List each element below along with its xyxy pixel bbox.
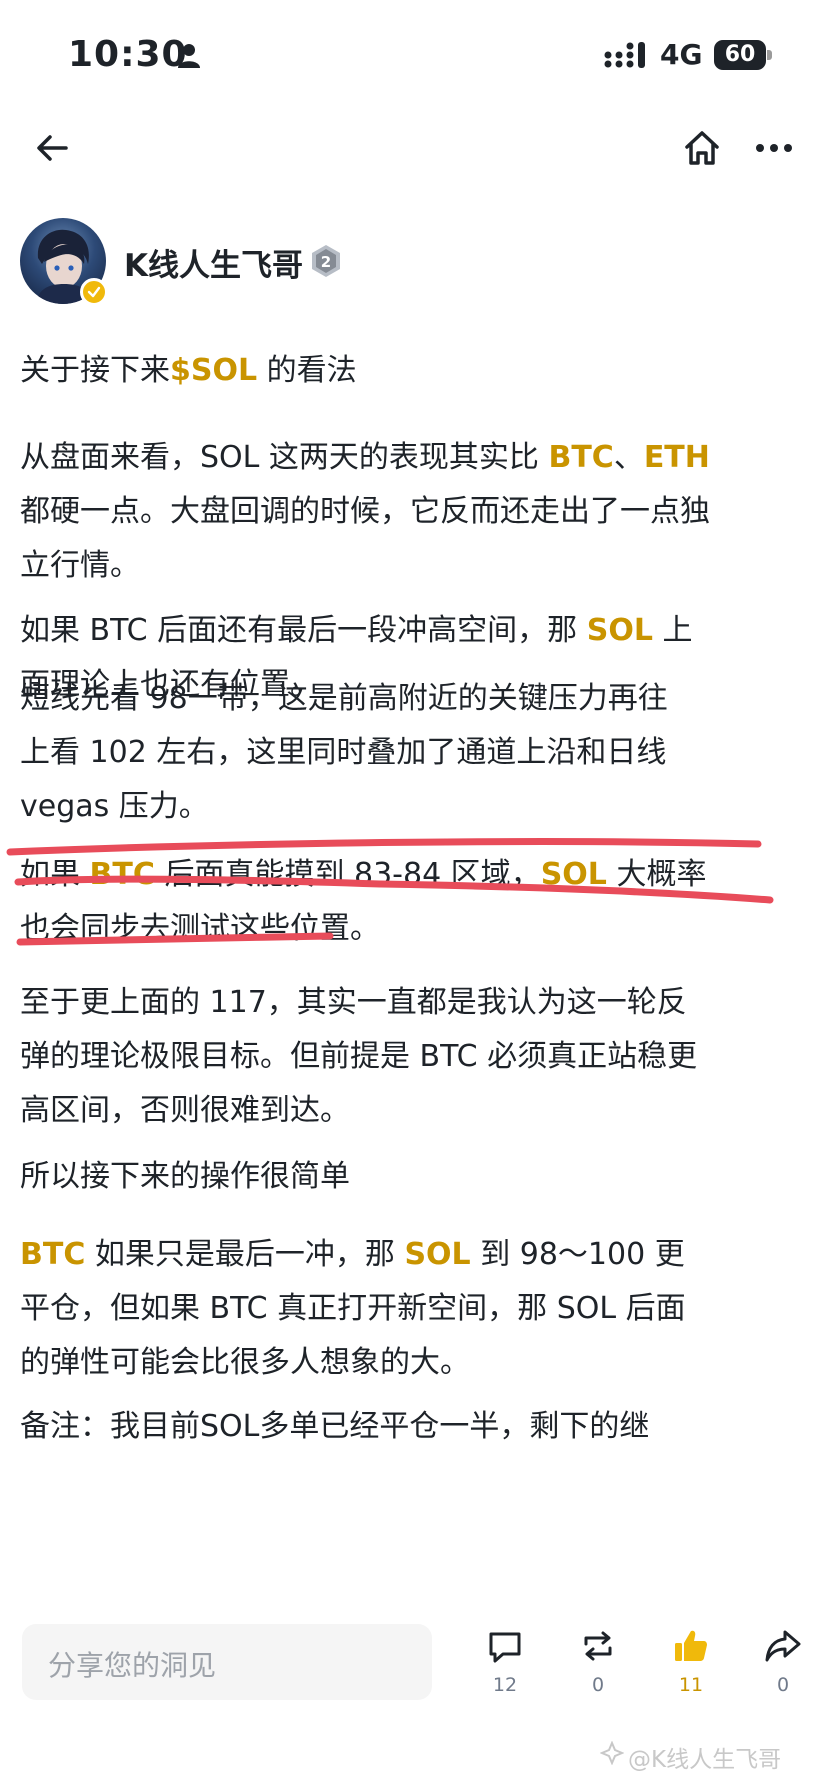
ticker-link[interactable]: ETH: [644, 440, 710, 475]
thumbs-up-icon: [675, 1630, 707, 1661]
post-paragraph: 所以接下来的操作很简单: [20, 1159, 350, 1194]
ticker-link[interactable]: SOL: [404, 1237, 470, 1272]
status-time: 10:30: [68, 34, 188, 75]
repost-icon: [584, 1631, 612, 1661]
comment-count: 12: [492, 1674, 518, 1696]
post-paragraph-partial: 备注：我目前SOL多单已经平仓一半，剩下的继: [20, 1409, 650, 1444]
watermark: @K线人生飞哥: [628, 1747, 782, 1773]
annotation-underlines: [6, 838, 774, 946]
battery-icon: 60: [714, 40, 772, 70]
level-badge-icon: 2: [312, 245, 340, 277]
share-count: 0: [776, 1674, 790, 1696]
level-number: 2: [321, 253, 331, 271]
share-input[interactable]: 分享您的洞见: [22, 1624, 432, 1700]
ticker-link[interactable]: BTC: [20, 1237, 85, 1272]
comment-icon: [489, 1632, 521, 1663]
network-type: 4G: [660, 38, 703, 71]
like-button[interactable]: 11: [656, 1626, 726, 1712]
ticker-link[interactable]: SOL: [587, 613, 653, 648]
battery-level: 60: [714, 40, 766, 70]
verified-badge-icon: [80, 278, 108, 306]
back-button[interactable]: [26, 122, 78, 174]
more-horizontal-icon: [756, 144, 792, 152]
post-paragraph: 至于更上面的 117，其实一直都是我认为这一轮反弹的理论极限目标。但前提是 BT…: [20, 985, 698, 1128]
underline-stroke: [6, 838, 762, 856]
author-row[interactable]: K线人生飞哥 2: [20, 218, 800, 308]
more-button[interactable]: [748, 122, 800, 174]
home-button[interactable]: [676, 122, 728, 174]
like-count: 11: [678, 1674, 704, 1696]
comment-button[interactable]: 12: [470, 1626, 540, 1712]
repost-count: 0: [591, 1674, 605, 1696]
repost-button[interactable]: 0: [563, 1626, 633, 1712]
nav-bar: [0, 112, 828, 182]
post-paragraph: 短线先看 98一带，这是前高附近的关键压力再往上看 102 左右，这里同时叠加了…: [20, 681, 668, 824]
home-icon: [685, 131, 719, 165]
share-placeholder: 分享您的洞见: [48, 1649, 217, 1682]
arrow-left-icon: [37, 135, 68, 161]
author-name[interactable]: K线人生飞哥: [124, 240, 303, 285]
share-arrow-icon: [765, 1630, 801, 1662]
share-button[interactable]: 0: [748, 1626, 818, 1712]
underline-stroke: [16, 932, 334, 946]
person-icon: [178, 44, 200, 68]
signal-icon: [604, 42, 645, 68]
bottom-action-bar: 分享您的洞见 12 0 11 0: [0, 1598, 828, 1718]
watermark-logo-icon: [600, 1741, 624, 1765]
status-bar: 10:30 4G 60: [0, 0, 828, 110]
post-paragraph: BTC 如果只是最后一冲，那 SOL 到 98～100 更平仓，但如果 BTC …: [20, 1237, 686, 1380]
underline-stroke: [14, 875, 774, 904]
ticker-link[interactable]: BTC: [548, 440, 613, 475]
